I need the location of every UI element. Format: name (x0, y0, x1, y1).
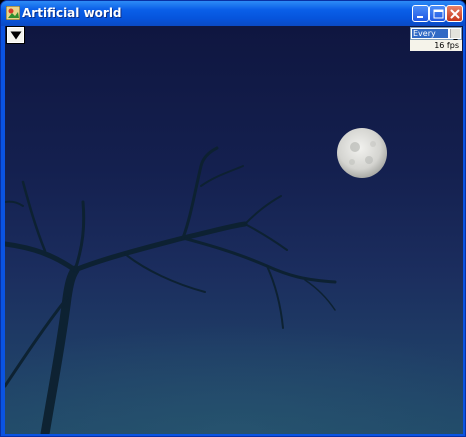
scene-controls: Every 16 fps (410, 27, 462, 51)
window-title: Artificial world (22, 6, 122, 20)
maximize-button[interactable] (429, 5, 446, 22)
update-mode-select[interactable]: Every (410, 27, 462, 42)
title-bar[interactable]: Artificial world (1, 1, 465, 26)
night-scene (5, 128, 463, 434)
scene-viewport[interactable]: Every 16 fps (5, 26, 463, 434)
close-button[interactable] (446, 5, 463, 22)
scene-menu-button[interactable] (6, 26, 25, 44)
app-icon (6, 6, 20, 20)
maximize-icon (433, 9, 444, 19)
down-triangle-icon (10, 31, 22, 40)
app-window: Artificial world Every 16 fps (0, 0, 466, 437)
update-mode-value: Every (412, 29, 448, 38)
minimize-icon (417, 16, 423, 18)
fps-readout: 16 fps (410, 40, 462, 51)
moon (337, 128, 387, 178)
dropdown-arrow-button[interactable] (450, 29, 460, 42)
minimize-button[interactable] (412, 5, 429, 22)
close-icon (450, 9, 460, 19)
